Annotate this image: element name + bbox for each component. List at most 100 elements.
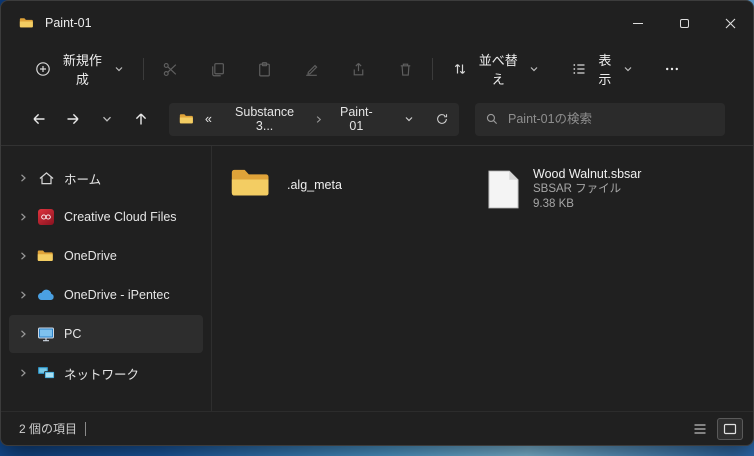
sidebar-item-onedrive[interactable]: OneDrive <box>9 237 203 275</box>
file-list: .alg_meta Wood Walnut.sbsar SBSAR ファイル 9… <box>212 146 753 411</box>
chevron-right-icon[interactable] <box>13 368 33 378</box>
minimize-button[interactable] <box>615 1 661 45</box>
command-bar: 新規作成 並べ替え 表示 <box>1 45 753 93</box>
toolbar-separator <box>142 58 144 80</box>
chevron-right-icon[interactable] <box>13 290 33 300</box>
file-details: Wood Walnut.sbsar SBSAR ファイル 9.38 KB <box>533 166 641 212</box>
chevron-right-icon[interactable] <box>13 212 33 222</box>
share-icon <box>353 62 364 75</box>
sidebar-item-label: ホーム <box>64 172 102 187</box>
chevron-down-icon <box>103 116 111 122</box>
folder-icon <box>230 166 274 203</box>
large-icons-view-button[interactable] <box>717 417 743 440</box>
window-controls <box>615 1 753 45</box>
folder-icon <box>19 17 35 30</box>
file-name: Wood Walnut.sbsar <box>533 167 642 181</box>
window-title: Paint-01 <box>45 16 92 30</box>
file-icon <box>487 169 520 210</box>
sort-icon <box>452 61 468 77</box>
large-icons-view-icon <box>723 423 737 434</box>
content-area: ホーム Creative Cloud Files OneDrive OneDri… <box>1 145 753 411</box>
sidebar-item-label: PC <box>64 327 82 341</box>
sidebar: ホーム Creative Cloud Files OneDrive OneDri… <box>1 146 211 411</box>
new-button[interactable]: 新規作成 <box>25 43 134 95</box>
sidebar-item-label: OneDrive - iPentec <box>64 288 170 302</box>
sidebar-item-network[interactable]: ネットワーク <box>9 354 203 392</box>
folder-icon <box>179 113 195 126</box>
chevron-down-icon <box>114 64 124 74</box>
chevron-right-icon[interactable] <box>13 173 33 183</box>
plus-circle-icon <box>35 61 51 77</box>
sidebar-item-label: Creative Cloud Files <box>64 210 177 224</box>
status-divider <box>85 421 87 436</box>
arrow-up-icon <box>135 113 147 125</box>
breadcrumb-segment[interactable]: Paint-01 <box>330 103 382 135</box>
sidebar-item-onedrive-ipentec[interactable]: OneDrive - iPentec <box>9 276 203 314</box>
pc-icon <box>33 326 59 342</box>
breadcrumb-overflow[interactable]: « <box>202 110 215 128</box>
breadcrumb-segment[interactable]: Substance 3... <box>222 103 307 135</box>
sidebar-item-home[interactable]: ホーム <box>9 159 203 197</box>
file-tile-folder[interactable]: .alg_meta <box>222 162 467 207</box>
address-dropdown-button[interactable] <box>396 106 422 132</box>
search-icon <box>485 112 499 126</box>
trash-icon <box>400 63 411 76</box>
delete-button[interactable] <box>388 53 423 86</box>
new-button-label: 新規作成 <box>62 53 102 87</box>
file-size: 9.38 KB <box>533 198 574 210</box>
recent-locations-button[interactable] <box>93 105 121 133</box>
search-input[interactable] <box>508 112 715 126</box>
address-bar[interactable]: « Substance 3... Paint-01 <box>169 102 459 136</box>
view-toggle-group <box>687 417 743 440</box>
up-button[interactable] <box>127 105 155 133</box>
titlebar: Paint-01 <box>1 1 753 45</box>
close-button[interactable] <box>707 1 753 45</box>
rename-icon <box>306 64 318 76</box>
details-view-icon <box>694 423 706 434</box>
details-view-button[interactable] <box>687 418 713 440</box>
view-button[interactable]: 表示 <box>561 43 643 95</box>
share-button[interactable] <box>341 53 376 86</box>
sidebar-item-label: OneDrive <box>64 249 117 263</box>
status-bar: 2 個の項目 <box>1 411 753 445</box>
sort-button-label: 並べ替え <box>478 53 518 87</box>
forward-button[interactable] <box>59 105 87 133</box>
chevron-right-icon <box>314 115 323 124</box>
sidebar-item-pc[interactable]: PC <box>9 315 203 353</box>
minimize-icon <box>633 22 643 24</box>
network-icon <box>33 365 59 381</box>
cloud-icon <box>33 289 59 301</box>
rename-button[interactable] <box>294 53 329 86</box>
sidebar-item-creative-cloud[interactable]: Creative Cloud Files <box>9 198 203 236</box>
ellipsis-icon <box>666 67 678 71</box>
folder-icon <box>33 249 59 264</box>
cut-button[interactable] <box>153 53 188 86</box>
maximize-button[interactable] <box>661 1 707 45</box>
item-count: 2 個の項目 <box>19 422 78 436</box>
chevron-right-icon[interactable] <box>13 329 33 339</box>
more-options-button[interactable] <box>655 53 689 85</box>
chevron-down-icon <box>405 117 413 122</box>
arrow-left-icon <box>33 113 45 125</box>
scissors-icon <box>163 62 177 76</box>
paste-button[interactable] <box>247 53 282 86</box>
back-button[interactable] <box>25 105 53 133</box>
paste-icon <box>258 61 270 76</box>
chevron-down-icon <box>529 64 539 74</box>
view-button-label: 表示 <box>598 53 612 87</box>
sort-button[interactable]: 並べ替え <box>442 43 549 95</box>
file-name: .alg_meta <box>287 177 342 192</box>
copy-button[interactable] <box>200 53 235 86</box>
toolbar-right-group: 並べ替え 表示 <box>442 43 689 95</box>
chevron-right-icon[interactable] <box>13 251 33 261</box>
arrow-right-icon <box>67 113 79 125</box>
creative-cloud-icon <box>33 209 59 225</box>
home-icon <box>33 171 59 186</box>
explorer-window: Paint-01 新規作成 並べ替え 表示 « Substance 3... P… <box>0 0 754 446</box>
file-tile-sbsar[interactable]: Wood Walnut.sbsar SBSAR ファイル 9.38 KB <box>479 162 724 216</box>
navigation-bar: « Substance 3... Paint-01 <box>1 93 753 145</box>
file-type: SBSAR ファイル <box>533 183 622 195</box>
refresh-button[interactable] <box>429 106 455 132</box>
copy-icon <box>211 62 224 76</box>
close-icon <box>725 18 735 28</box>
